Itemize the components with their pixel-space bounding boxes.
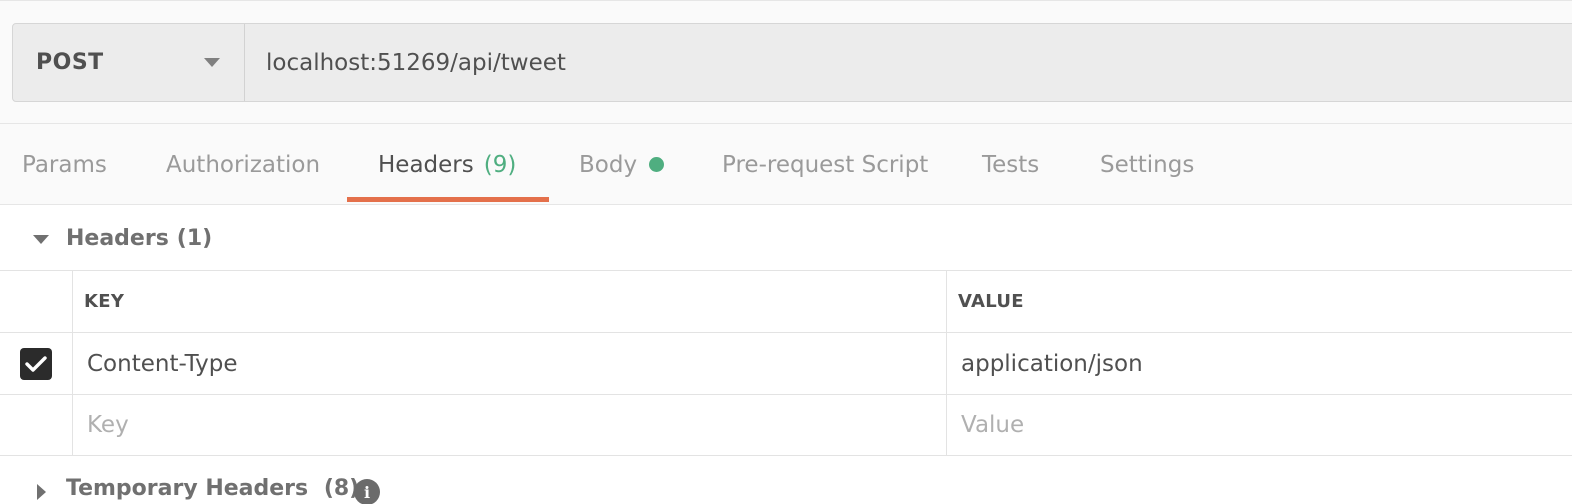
tab-params[interactable]: Params <box>22 124 107 205</box>
headers-section-count: (1) <box>176 225 213 251</box>
request-editor: POST localhost:51269/api/tweet Params Au… <box>0 0 1572 504</box>
checkmark-icon <box>25 355 47 372</box>
tab-headers-count: (9) <box>483 151 517 178</box>
key-column-header: KEY <box>73 271 947 332</box>
tab-tests-label: Tests <box>982 151 1040 178</box>
info-icon[interactable]: i <box>354 479 380 504</box>
table-header-row: KEY VALUE <box>0 270 1572 332</box>
value-column-header: VALUE <box>958 291 1024 312</box>
active-tab-indicator <box>347 197 549 202</box>
headers-section-title: Headers (1) <box>66 206 212 270</box>
tab-authorization-label: Authorization <box>166 151 321 178</box>
caret-right-icon <box>37 484 46 500</box>
headers-section-toggle[interactable]: Headers (1) <box>0 206 1572 270</box>
tab-pre-request-script-label: Pre-request Script <box>722 151 929 178</box>
request-tabs: Params Authorization Headers (9) Body Pr… <box>0 124 1572 205</box>
new-value-input[interactable]: Value <box>947 395 1572 455</box>
method-dropdown[interactable]: POST <box>13 24 245 101</box>
header-value-field[interactable]: application/json <box>947 333 1572 394</box>
tab-body[interactable]: Body <box>579 124 665 205</box>
temporary-headers-toggle[interactable]: Temporary Headers (8) i <box>0 472 1572 504</box>
tab-settings[interactable]: Settings <box>1100 124 1194 205</box>
headers-table: KEY VALUE Content-Type application/json … <box>0 270 1572 456</box>
method-label: POST <box>36 50 104 75</box>
row-checkbox-cell <box>0 395 73 455</box>
temporary-headers-title: Temporary Headers (8) <box>66 476 359 501</box>
chevron-down-icon <box>204 58 220 67</box>
caret-down-icon <box>33 235 49 244</box>
request-bar: POST localhost:51269/api/tweet <box>12 23 1572 102</box>
row-checkbox-cell <box>0 333 73 394</box>
url-input[interactable]: localhost:51269/api/tweet <box>245 24 1572 101</box>
headers-section-label: Headers <box>66 225 169 251</box>
tab-pre-request-script[interactable]: Pre-request Script <box>722 124 928 205</box>
request-bar-area: POST localhost:51269/api/tweet <box>0 0 1572 124</box>
row-enabled-checkbox[interactable] <box>20 347 52 380</box>
table-row-new: Key Value <box>0 394 1572 456</box>
tab-tests[interactable]: Tests <box>982 124 1039 205</box>
tab-authorization[interactable]: Authorization <box>166 124 320 205</box>
table-row: Content-Type application/json <box>0 332 1572 394</box>
tab-body-label: Body <box>579 151 638 178</box>
temporary-headers-label: Temporary Headers <box>66 476 309 501</box>
tab-headers[interactable]: Headers (9) <box>378 124 516 205</box>
body-modified-dot-icon <box>649 157 665 172</box>
new-key-input[interactable]: Key <box>73 395 947 455</box>
tab-settings-label: Settings <box>1100 151 1195 178</box>
tab-params-label: Params <box>22 151 107 178</box>
checkbox-column-header <box>0 271 73 332</box>
tab-headers-label: Headers <box>378 151 474 178</box>
header-key-field[interactable]: Content-Type <box>73 333 947 394</box>
